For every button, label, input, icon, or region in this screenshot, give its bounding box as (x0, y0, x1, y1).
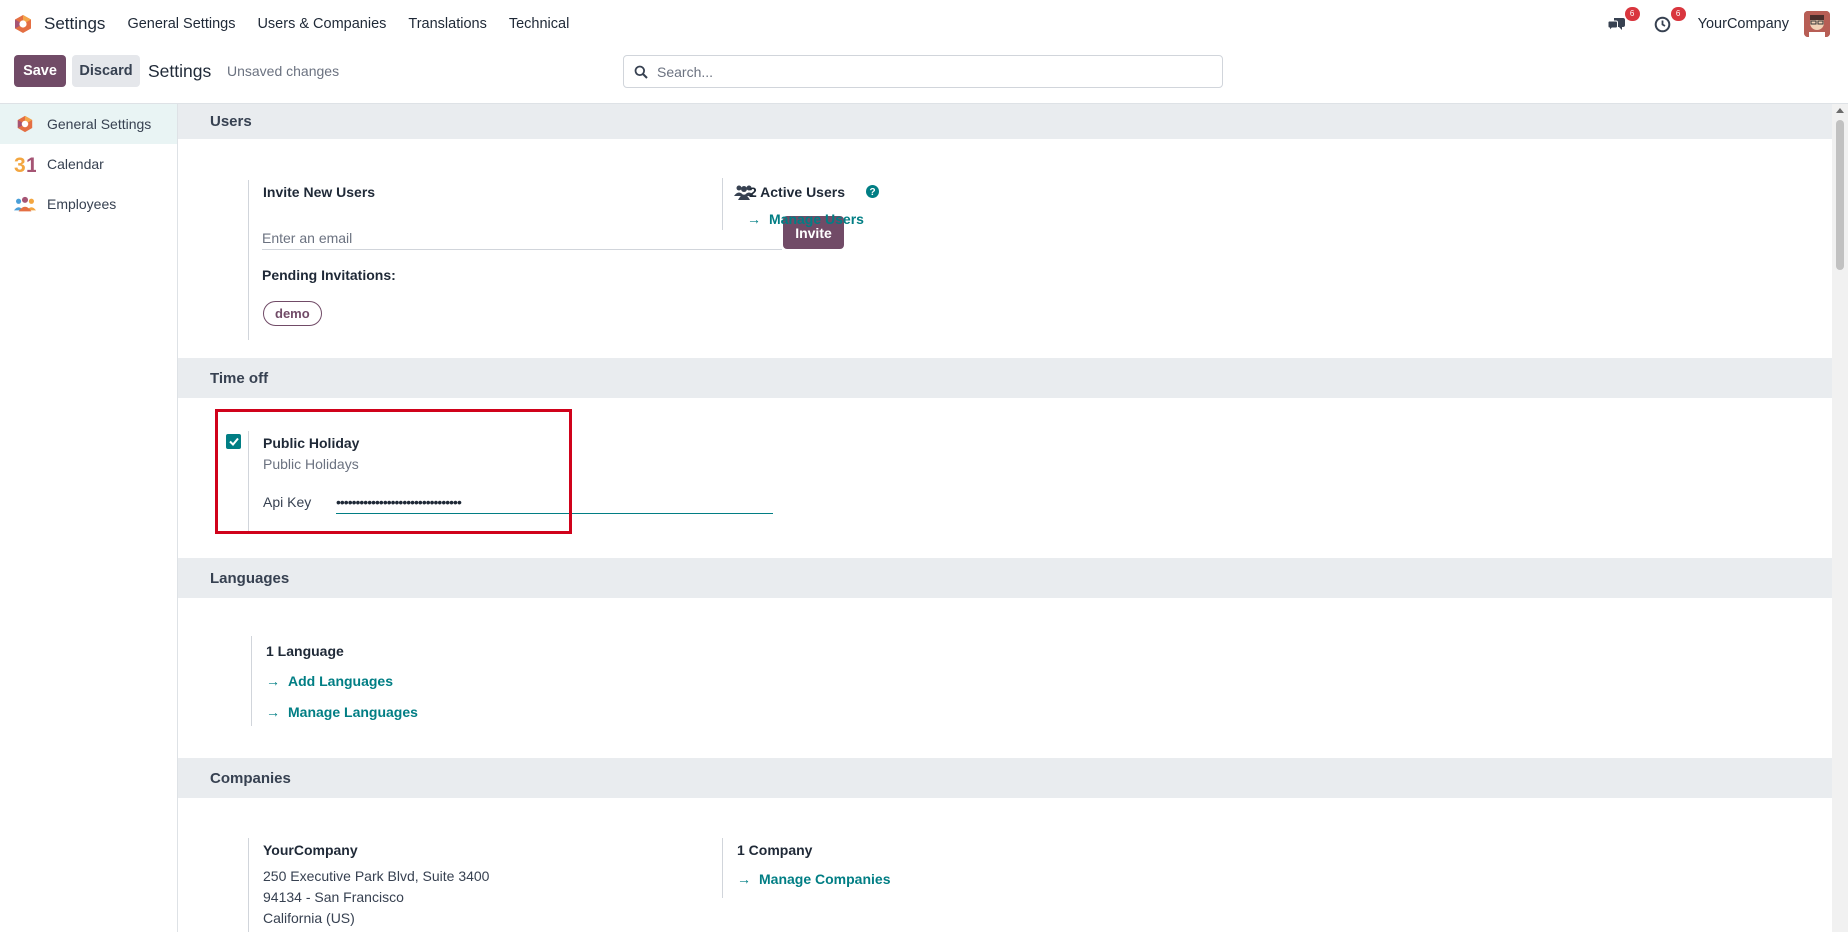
public-holiday-checkbox[interactable] (226, 434, 241, 449)
help-question-icon[interactable]: ? (866, 185, 879, 198)
employees-icon (14, 193, 36, 215)
activities-button[interactable]: 6 (1652, 7, 1686, 35)
scroll-up-arrow-icon[interactable] (1836, 108, 1844, 113)
chat-bubble-icon (1607, 18, 1625, 32)
arrow-right-icon: → (747, 211, 761, 227)
settings-sidebar: General Settings 3 1 Calendar Employees (0, 104, 178, 932)
manage-users-label: Manage Users (769, 211, 864, 227)
sidebar-item-label: Calendar (47, 156, 104, 172)
calendar-31-icon: 3 1 (14, 153, 36, 175)
company-address-line3: California (US) (263, 910, 355, 926)
avatar-image (1804, 11, 1830, 37)
arrow-right-icon: → (266, 704, 280, 720)
settings-search[interactable] (623, 55, 1223, 88)
search-icon (634, 65, 648, 79)
company-address-line1: 250 Executive Park Blvd, Suite 3400 (263, 868, 490, 884)
control-panel: Save Discard Settings Unsaved changes (0, 48, 1848, 104)
public-holiday-setting: Public Holiday Public Holidays Api Key (248, 431, 548, 531)
section-header-companies: Companies (178, 758, 1832, 798)
api-key-input[interactable] (336, 490, 773, 514)
active-users-count: 2 Active Users (749, 184, 845, 200)
manage-languages-label: Manage Languages (288, 704, 418, 720)
sidebar-item-employees[interactable]: Employees (0, 184, 177, 224)
breadcrumb-title: Settings (148, 61, 212, 81)
public-holiday-title: Public Holiday (263, 435, 360, 451)
sidebar-item-calendar[interactable]: 3 1 Calendar (0, 144, 177, 184)
invite-new-users-title: Invite New Users (263, 184, 376, 200)
messages-button[interactable]: 6 (1606, 7, 1640, 35)
pending-invitation-tag[interactable]: demo (263, 301, 322, 326)
main-menu: General Settings Users & Companies Trans… (127, 16, 591, 32)
top-navbar: Settings General Settings Users & Compan… (0, 0, 1848, 48)
company-count: 1 Company (737, 842, 813, 858)
section-header-time-off: Time off (178, 358, 1832, 398)
company-details-setting: YourCompany 250 Executive Park Blvd, Sui… (248, 838, 578, 932)
section-header-languages: Languages (178, 558, 1832, 598)
clock-icon (1654, 16, 1671, 32)
unsaved-changes-indicator: Unsaved changes (227, 63, 340, 79)
manage-companies-link[interactable]: → Manage Companies (737, 871, 890, 887)
content-scrollbar[interactable] (1832, 104, 1848, 932)
pending-invitations-label: Pending Invitations: (262, 267, 396, 283)
active-users-setting: 2 Active Users ? → Manage Users (722, 178, 1022, 230)
sidebar-item-label: General Settings (47, 116, 152, 132)
add-languages-label: Add Languages (288, 673, 394, 689)
odoo-logo-icon[interactable] (13, 14, 33, 34)
odoo-logo-icon (14, 113, 36, 135)
manage-companies-label: Manage Companies (759, 871, 891, 887)
discard-button[interactable]: Discard (72, 55, 140, 87)
svg-text:3: 3 (14, 154, 26, 175)
manage-users-link[interactable]: → Manage Users (747, 211, 864, 227)
manage-languages-link[interactable]: → Manage Languages (266, 704, 418, 720)
arrow-right-icon: → (266, 673, 280, 689)
messages-count-badge: 6 (1624, 7, 1640, 21)
add-languages-link[interactable]: → Add Languages (266, 673, 393, 689)
company-name: YourCompany (263, 842, 358, 858)
menu-users-companies[interactable]: Users & Companies (257, 16, 386, 32)
app-title[interactable]: Settings (44, 14, 105, 34)
svg-text:?: ? (869, 187, 875, 198)
sidebar-item-general-settings[interactable]: General Settings (0, 104, 177, 144)
menu-translations[interactable]: Translations (408, 16, 486, 32)
menu-general-settings[interactable]: General Settings (127, 16, 235, 32)
company-switcher[interactable]: YourCompany (1698, 16, 1789, 32)
api-key-label: Api Key (263, 494, 312, 510)
activities-count-badge: 6 (1670, 7, 1686, 21)
public-holiday-subtitle: Public Holidays (263, 456, 359, 472)
user-avatar[interactable] (1804, 11, 1830, 37)
save-button[interactable]: Save (14, 55, 66, 87)
svg-text:1: 1 (26, 154, 36, 175)
settings-content: Users Invite New Users Invite Pending In… (178, 104, 1832, 932)
arrow-right-icon: → (737, 871, 751, 887)
search-input[interactable] (657, 63, 1197, 80)
checkmark-icon (228, 437, 239, 446)
language-count: 1 Language (266, 643, 344, 659)
sidebar-item-label: Employees (47, 196, 117, 212)
section-header-users: Users (178, 104, 1832, 139)
scroll-thumb[interactable] (1836, 120, 1844, 270)
invite-email-field[interactable] (262, 226, 782, 250)
languages-setting: 1 Language → Add Languages → Manage Lang… (251, 636, 551, 726)
companies-count-setting: 1 Company → Manage Companies (722, 838, 1022, 898)
systray: 6 6 YourCompany (1606, 0, 1830, 48)
company-address-line2: 94134 - San Francisco (263, 889, 404, 905)
menu-technical[interactable]: Technical (509, 16, 569, 32)
